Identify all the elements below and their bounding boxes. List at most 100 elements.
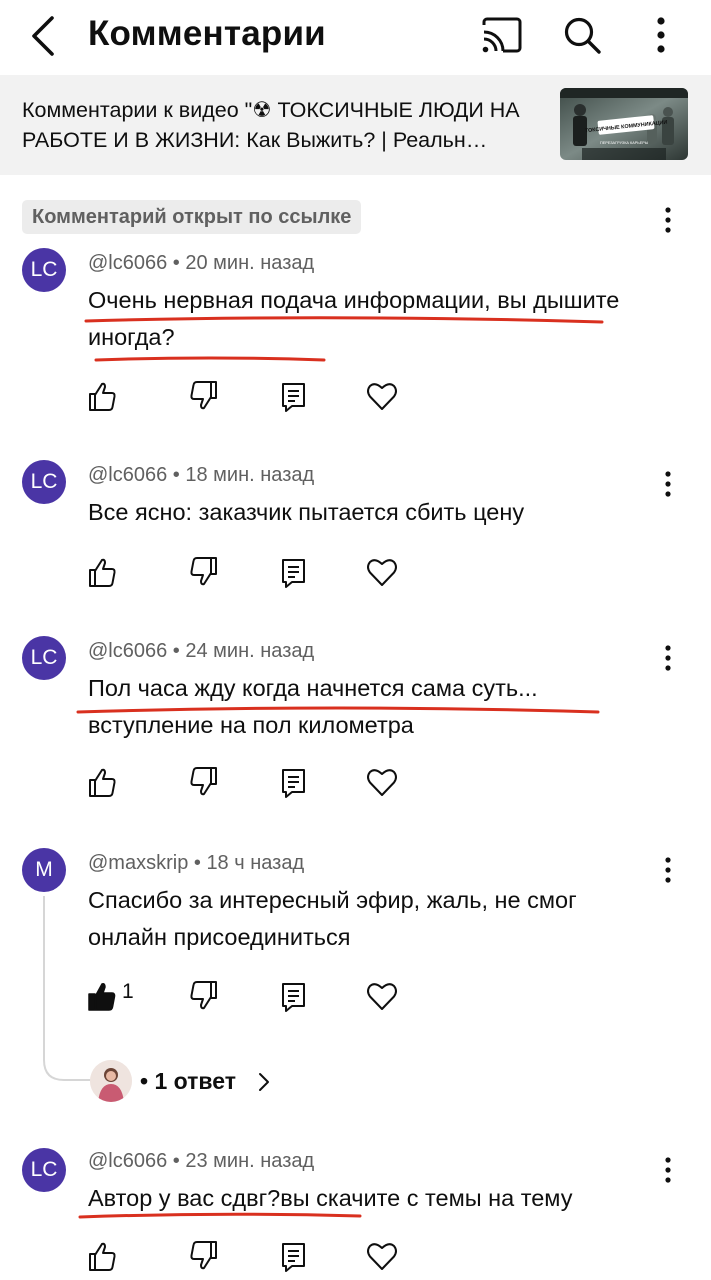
heart-button[interactable] <box>365 376 399 416</box>
comment-item: LC @lc6066 • 18 мин. назад Все ясно: зак… <box>0 460 711 600</box>
heart-button[interactable] <box>365 762 399 802</box>
comment-meta: @lc6066 • 20 мин. назад <box>88 252 314 275</box>
like-button[interactable] <box>86 376 118 416</box>
reply-icon <box>282 559 305 588</box>
comment-item: LC @lc6066 • 24 мин. назад Пол часа жду … <box>0 636 711 806</box>
comment-text: Пол часа жду когда начнется сама суть...… <box>88 675 538 738</box>
reply-icon <box>282 383 305 412</box>
comment-meta: @lc6066 • 18 мин. назад <box>88 464 314 487</box>
comment-item: LC @lc6066 • 23 мин. назад Автор у вас с… <box>0 1146 711 1280</box>
comment-time: 18 мин. назад <box>185 464 315 486</box>
reply-icon <box>282 769 305 798</box>
reply-icon <box>282 1243 305 1272</box>
reply-button[interactable] <box>279 762 309 802</box>
avatar[interactable]: LC <box>22 248 66 292</box>
meta-separator: • <box>167 1150 186 1172</box>
top-app-bar: Комментарии <box>0 0 711 75</box>
cast-button[interactable] <box>478 12 524 58</box>
search-button[interactable] <box>559 12 605 58</box>
thumbnail-subtext: ПЕРЕЗАГРУЗКА КАРЬЕРЫ <box>600 141 649 145</box>
chevron-left-icon <box>32 16 54 56</box>
thumbs-down-icon <box>190 557 217 586</box>
comment-text: Очень нервная подача информации, вы дыши… <box>88 287 620 350</box>
page-title: Комментарии <box>88 14 326 53</box>
thumbs-up-icon <box>89 1242 116 1271</box>
comment-time: 18 ч назад <box>206 852 305 874</box>
comment-text: Все ясно: заказчик пытается сбить цену <box>88 499 525 525</box>
like-count: 1 <box>122 980 134 1003</box>
comment-item: LC @lc6066 • 20 мин. назад Очень нервная… <box>0 248 711 428</box>
reply-button[interactable] <box>279 376 309 416</box>
comment-author[interactable]: @maxskrip <box>88 852 188 874</box>
chevron-right-icon <box>259 1073 269 1091</box>
linked-comment-chip: Комментарий открыт по ссылке <box>22 200 362 234</box>
like-button[interactable] <box>86 762 118 802</box>
comment-text: Автор у вас сдвг?вы скачите с темы на те… <box>88 1185 573 1211</box>
video-info-strip[interactable]: Комментарии к видео "☢ ТОКСИЧНЫЕ ЛЮДИ НА… <box>0 75 711 175</box>
dislike-button[interactable] <box>188 376 220 416</box>
thumbs-down-icon <box>190 981 217 1010</box>
comment-text: Спасибо за интересный эфир, жаль, не смо… <box>88 887 577 950</box>
reply-author-avatar <box>90 1060 132 1102</box>
reply-icon <box>282 983 305 1012</box>
meta-separator: • <box>188 852 207 874</box>
comment-meta: @lc6066 • 24 мин. назад <box>88 640 314 663</box>
thumbs-up-icon <box>89 382 116 411</box>
comment-meta: @maxskrip • 18 ч назад <box>88 852 304 875</box>
comment-actions <box>0 376 711 416</box>
comment-time: 20 мин. назад <box>185 252 315 274</box>
view-replies-button[interactable]: • 1 ответ <box>90 1058 390 1108</box>
heart-button[interactable] <box>365 976 399 1016</box>
meta-separator: • <box>167 252 186 274</box>
more-vertical-icon <box>665 207 671 233</box>
meta-separator: • <box>167 464 186 486</box>
more-options-button[interactable] <box>638 12 684 58</box>
comment-time: 23 мин. назад <box>185 1150 315 1172</box>
video-thumbnail[interactable]: ТОКСИЧНЫЕ КОММУНИКАЦИИ ПЕРЕЗАГРУЗКА КАРЬ… <box>560 88 688 160</box>
like-button[interactable] <box>86 552 118 592</box>
like-button[interactable] <box>86 1236 118 1276</box>
comment-actions <box>0 1236 711 1276</box>
thumbs-down-icon <box>190 1241 217 1270</box>
more-vertical-icon <box>657 17 665 53</box>
replies-count: • 1 ответ <box>140 1068 236 1094</box>
comment-time: 24 мин. назад <box>185 640 315 662</box>
comment-item: M @maxskrip • 18 ч назад Спасибо за инте… <box>0 848 711 1018</box>
comment-actions <box>0 552 711 592</box>
dislike-button[interactable] <box>188 762 220 802</box>
avatar[interactable]: LC <box>22 460 66 504</box>
comment-author[interactable]: @lc6066 <box>88 252 167 274</box>
thumbs-up-icon <box>89 768 116 797</box>
heart-button[interactable] <box>365 1236 399 1276</box>
heart-button[interactable] <box>365 552 399 592</box>
dislike-button[interactable] <box>188 1236 220 1276</box>
avatar[interactable]: LC <box>22 636 66 680</box>
heart-icon <box>367 383 397 410</box>
comment-actions: 1 <box>0 976 711 1016</box>
comment-author[interactable]: @lc6066 <box>88 1150 167 1172</box>
dislike-button[interactable] <box>188 976 220 1016</box>
chip-more-button[interactable] <box>652 202 684 238</box>
back-button[interactable] <box>22 12 66 60</box>
reply-button[interactable] <box>279 1236 309 1276</box>
avatar[interactable]: LC <box>22 1148 66 1192</box>
thumbs-up-icon <box>89 558 116 587</box>
heart-icon <box>367 559 397 586</box>
reply-button[interactable] <box>279 976 309 1016</box>
dislike-button[interactable] <box>188 552 220 592</box>
search-icon <box>564 17 601 54</box>
heart-icon <box>367 1243 397 1270</box>
meta-separator: • <box>167 640 186 662</box>
heart-icon <box>367 983 397 1010</box>
reply-button[interactable] <box>279 552 309 592</box>
comment-author[interactable]: @lc6066 <box>88 464 167 486</box>
thumbs-down-icon <box>190 381 217 410</box>
comment-actions <box>0 762 711 802</box>
cast-icon <box>482 17 522 53</box>
avatar[interactable]: M <box>22 848 66 892</box>
comment-author[interactable]: @lc6066 <box>88 640 167 662</box>
video-title: Комментарии к видео "☢ ТОКСИЧНЫЕ ЛЮДИ НА… <box>22 98 520 152</box>
thumbs-down-icon <box>190 767 217 796</box>
heart-icon <box>367 769 397 796</box>
comment-meta: @lc6066 • 23 мин. назад <box>88 1150 314 1173</box>
